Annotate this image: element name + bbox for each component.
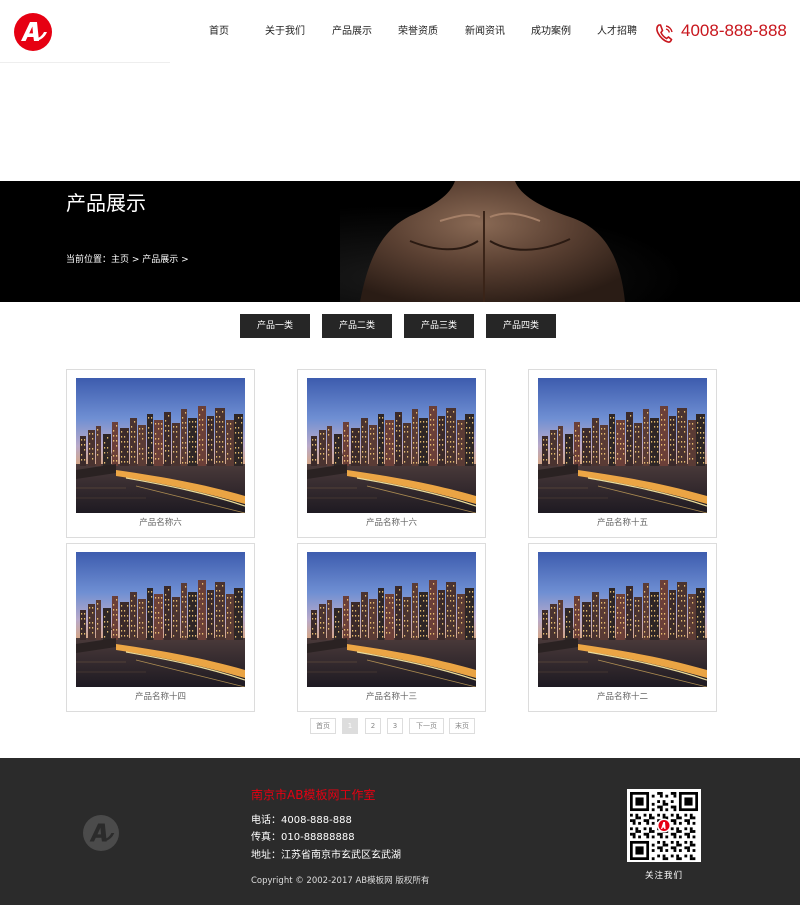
page-button-2[interactable]: 2 <box>365 718 381 734</box>
product-image[interactable] <box>76 552 245 687</box>
pagination: 首页 1 2 3 下一页 末页 <box>0 718 800 734</box>
site-footer: 南京市AB模板网工作室 电话：4008-888-888 传真：010-88888… <box>0 758 800 905</box>
page-banner: 产品展示 当前位置：主页 > 产品展示 > <box>0 181 800 302</box>
product-name[interactable]: 产品名称十二 <box>529 690 716 702</box>
product-image[interactable] <box>76 378 245 513</box>
footer-company-name: 南京市AB模板网工作室 <box>251 788 376 802</box>
site-header: 首页 关于我们 产品展示 荣誉资质 新闻资讯 成功案例 人才招聘 4008-88… <box>0 0 800 64</box>
product-name[interactable]: 产品名称十五 <box>529 516 716 528</box>
nav-item-about[interactable]: 关于我们 <box>252 22 318 37</box>
page-last-button[interactable]: 末页 <box>449 718 475 734</box>
product-image[interactable] <box>307 378 476 513</box>
banner-athlete-image <box>340 181 800 302</box>
product-card[interactable]: 产品名称十四 <box>66 543 255 712</box>
footer-logo-icon <box>83 815 119 851</box>
nav-item-products[interactable]: 产品展示 <box>319 22 385 37</box>
footer-address: 地址：江苏省南京市玄武区玄武湖 <box>251 850 401 861</box>
footer-fax: 传真：010-88888888 <box>251 832 355 843</box>
product-name[interactable]: 产品名称十三 <box>298 690 485 702</box>
category-tab-3[interactable]: 产品三类 <box>404 314 474 338</box>
product-image[interactable] <box>538 552 707 687</box>
footer-phone: 电话：4008-888-888 <box>251 815 352 826</box>
nav-item-news[interactable]: 新闻资讯 <box>452 22 518 37</box>
page-button-1[interactable]: 1 <box>342 718 358 734</box>
category-tab-1[interactable]: 产品一类 <box>240 314 310 338</box>
logo-icon[interactable] <box>14 13 52 51</box>
category-tabs: 产品一类 产品二类 产品三类 产品四类 <box>0 314 800 340</box>
product-name[interactable]: 产品名称六 <box>67 516 254 528</box>
header-divider <box>0 62 170 63</box>
nav-item-honors[interactable]: 荣誉资质 <box>385 22 451 37</box>
product-name[interactable]: 产品名称十六 <box>298 516 485 528</box>
product-card[interactable]: 产品名称六 <box>66 369 255 538</box>
category-tab-2[interactable]: 产品二类 <box>322 314 392 338</box>
page-button-3[interactable]: 3 <box>387 718 403 734</box>
page-first-button[interactable]: 首页 <box>310 718 336 734</box>
product-image[interactable] <box>307 552 476 687</box>
page-next-button[interactable]: 下一页 <box>409 718 444 734</box>
nav-item-home[interactable]: 首页 <box>186 22 252 37</box>
qr-code <box>627 789 701 862</box>
product-card[interactable]: 产品名称十六 <box>297 369 486 538</box>
product-card[interactable]: 产品名称十三 <box>297 543 486 712</box>
phone-icon <box>656 24 673 43</box>
footer-copyright: Copyright © 2002-2017 AB模板网 版权所有 <box>251 876 430 886</box>
qr-label: 关注我们 <box>644 871 683 881</box>
nav-item-jobs[interactable]: 人才招聘 <box>584 22 650 37</box>
nav-item-cases[interactable]: 成功案例 <box>518 22 584 37</box>
product-card[interactable]: 产品名称十五 <box>528 369 717 538</box>
product-image[interactable] <box>538 378 707 513</box>
phone-number: 4008-888-888 <box>681 21 787 40</box>
category-tab-4[interactable]: 产品四类 <box>486 314 556 338</box>
product-card[interactable]: 产品名称十二 <box>528 543 717 712</box>
page-title: 产品展示 <box>66 191 146 215</box>
breadcrumb: 当前位置：主页 > 产品展示 > <box>66 255 189 265</box>
product-name[interactable]: 产品名称十四 <box>67 690 254 702</box>
